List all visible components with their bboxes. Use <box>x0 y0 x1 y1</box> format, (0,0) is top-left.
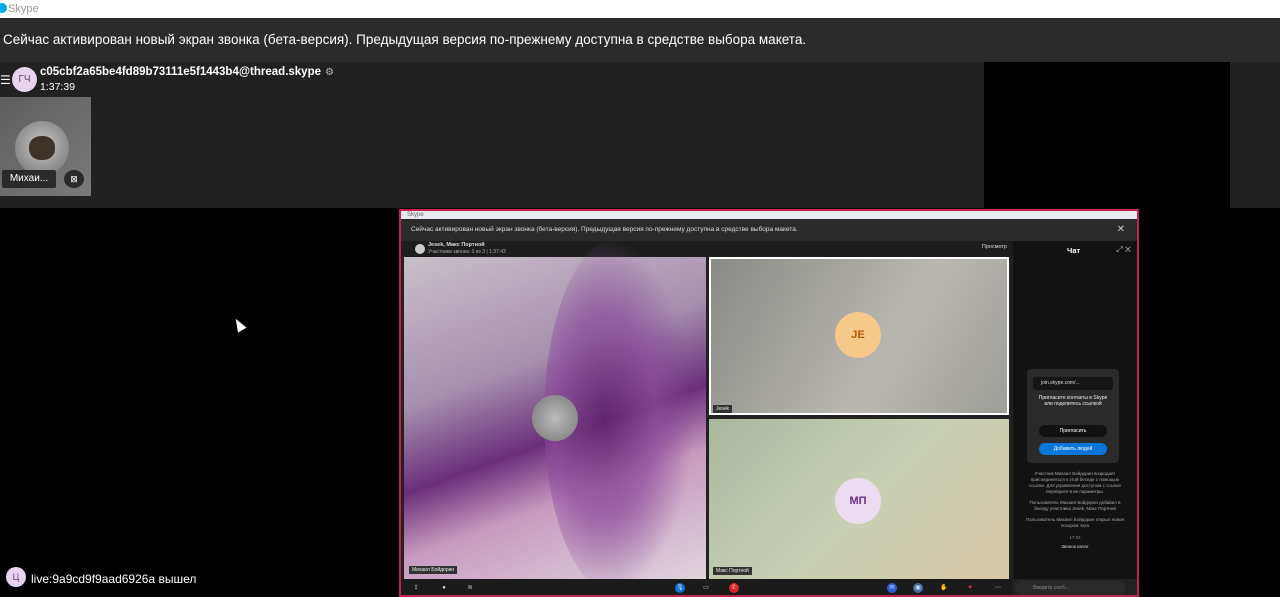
shared-banner: Сейчас активирован новый экран звонка (б… <box>401 219 1137 241</box>
settings-icon[interactable]: ⚙ <box>325 67 334 78</box>
shared-chat-title: Чат <box>1067 246 1081 255</box>
shared-main-video: Михаил Бойдорин <box>404 237 706 595</box>
beta-banner: Сейчас активирован новый экран звонка (б… <box>0 18 1280 62</box>
shared-camera-icon: ▭ <box>703 585 709 591</box>
mouse-cursor-icon <box>231 316 247 333</box>
shared-more-icon: ⋯ <box>995 585 1001 591</box>
skype-logo-icon <box>0 3 7 13</box>
shared-record-icon: ● <box>442 585 446 591</box>
shared-invite-button: Пригласить <box>1039 425 1107 437</box>
shared-msg-3: Пользователь Михаил Бойдорин открыл ново… <box>1025 517 1125 528</box>
shared-main-label: Михаил Бойдорин <box>409 566 458 574</box>
status-message: live:9a9cd9f9aad6926a вышел <box>31 572 197 586</box>
screen-share-icon[interactable]: ⊠ <box>64 170 84 188</box>
shared-share-icon: ⇪ <box>413 585 419 591</box>
shared-header-names: Jesek, Макс Портной <box>428 242 485 248</box>
shared-screen-icon: ▣ <box>913 583 923 593</box>
app-titlebar: Skype <box>0 0 1280 18</box>
shared-mic-icon: 🎙 <box>675 583 685 593</box>
shared-hangup-icon: ✆ <box>729 583 739 593</box>
shared-chat-icon: ✉ <box>887 583 897 593</box>
shared-msg-event: Звонок начат <box>1061 544 1089 549</box>
thread-title[interactable]: c05cbf2a65be4fd89b73111e5f1443b4@thread.… <box>40 66 334 78</box>
shared-call-header: Jesek, Макс Портной Участники звонка: 3 … <box>401 241 1013 257</box>
shared-chat-header: Чат ⤢ ✕ <box>1013 241 1137 263</box>
shared-chat-panel: Чат ⤢ ✕ join.skype.com/... Пригласите ко… <box>1013 241 1137 579</box>
shared-msg-time: 17:04 <box>1069 535 1081 540</box>
right-panel <box>984 62 1230 208</box>
shared-chat-input: Введите сооб... <box>1015 581 1125 595</box>
status-avatar: Ц <box>6 567 26 587</box>
shared-react-icon: ♥ <box>968 585 972 591</box>
participant-name: Михаи... <box>2 170 56 188</box>
shared-tile-1-avatar: JE <box>835 312 881 358</box>
shared-msg-1: Участник Михаил Бойдорин возродает присо… <box>1029 471 1121 494</box>
shared-screen: Skype Сейчас активирован новый экран зво… <box>399 209 1139 597</box>
close-icon: ✕ <box>1116 224 1125 235</box>
shared-main-avatar <box>532 395 578 441</box>
shared-chat-messages: Участник Михаил Бойдорин возродает присо… <box>1023 471 1127 550</box>
bear-avatar-icon <box>29 136 55 160</box>
shared-call-controls: ⇪ ● ≋ 🎙 ▭ ✆ ✉ ▣ ✋ ♥ ⋯ <box>401 579 1013 595</box>
participant-thumbnail[interactable]: Михаи... ⊠ <box>0 97 91 196</box>
shared-tile-2-avatar: МП <box>835 478 881 524</box>
shared-invite-link: join.skype.com/... <box>1033 377 1113 390</box>
shared-avatar <box>415 244 425 254</box>
shared-invite-card: join.skype.com/... Пригласите контакты в… <box>1027 369 1119 463</box>
shared-view-label: Просмотр <box>981 244 1007 250</box>
shared-tile-2-label: Макс Портной <box>713 567 752 575</box>
shared-add-people-button: Добавить людей <box>1039 443 1107 455</box>
shared-invite-text: Пригласите контакты в Skype или поделите… <box>1038 395 1108 407</box>
shared-raise-hand-icon: ✋ <box>940 585 948 591</box>
shared-chat-icons: ⤢ ✕ <box>1116 245 1131 254</box>
shared-titlebar: Skype <box>401 211 1137 219</box>
call-timer: 1:37:39 <box>40 81 76 93</box>
menu-icon[interactable]: ☰ <box>0 73 11 87</box>
call-header <box>0 62 984 208</box>
shared-tile-1-label: Jesek <box>713 405 733 413</box>
shared-header-sub: Участники звонка: 3 из 3 | 1:37:43 <box>428 249 506 255</box>
shared-msg-2: Пользователь Михаил Бойдорин добавил в б… <box>1029 500 1121 511</box>
right-strip <box>1230 62 1280 208</box>
app-title: Skype <box>8 3 39 15</box>
shared-effects-icon: ≋ <box>467 585 473 591</box>
thread-name: c05cbf2a65be4fd89b73111e5f1443b4@thread.… <box>40 66 322 78</box>
group-avatar[interactable]: ГЧ <box>12 67 37 92</box>
